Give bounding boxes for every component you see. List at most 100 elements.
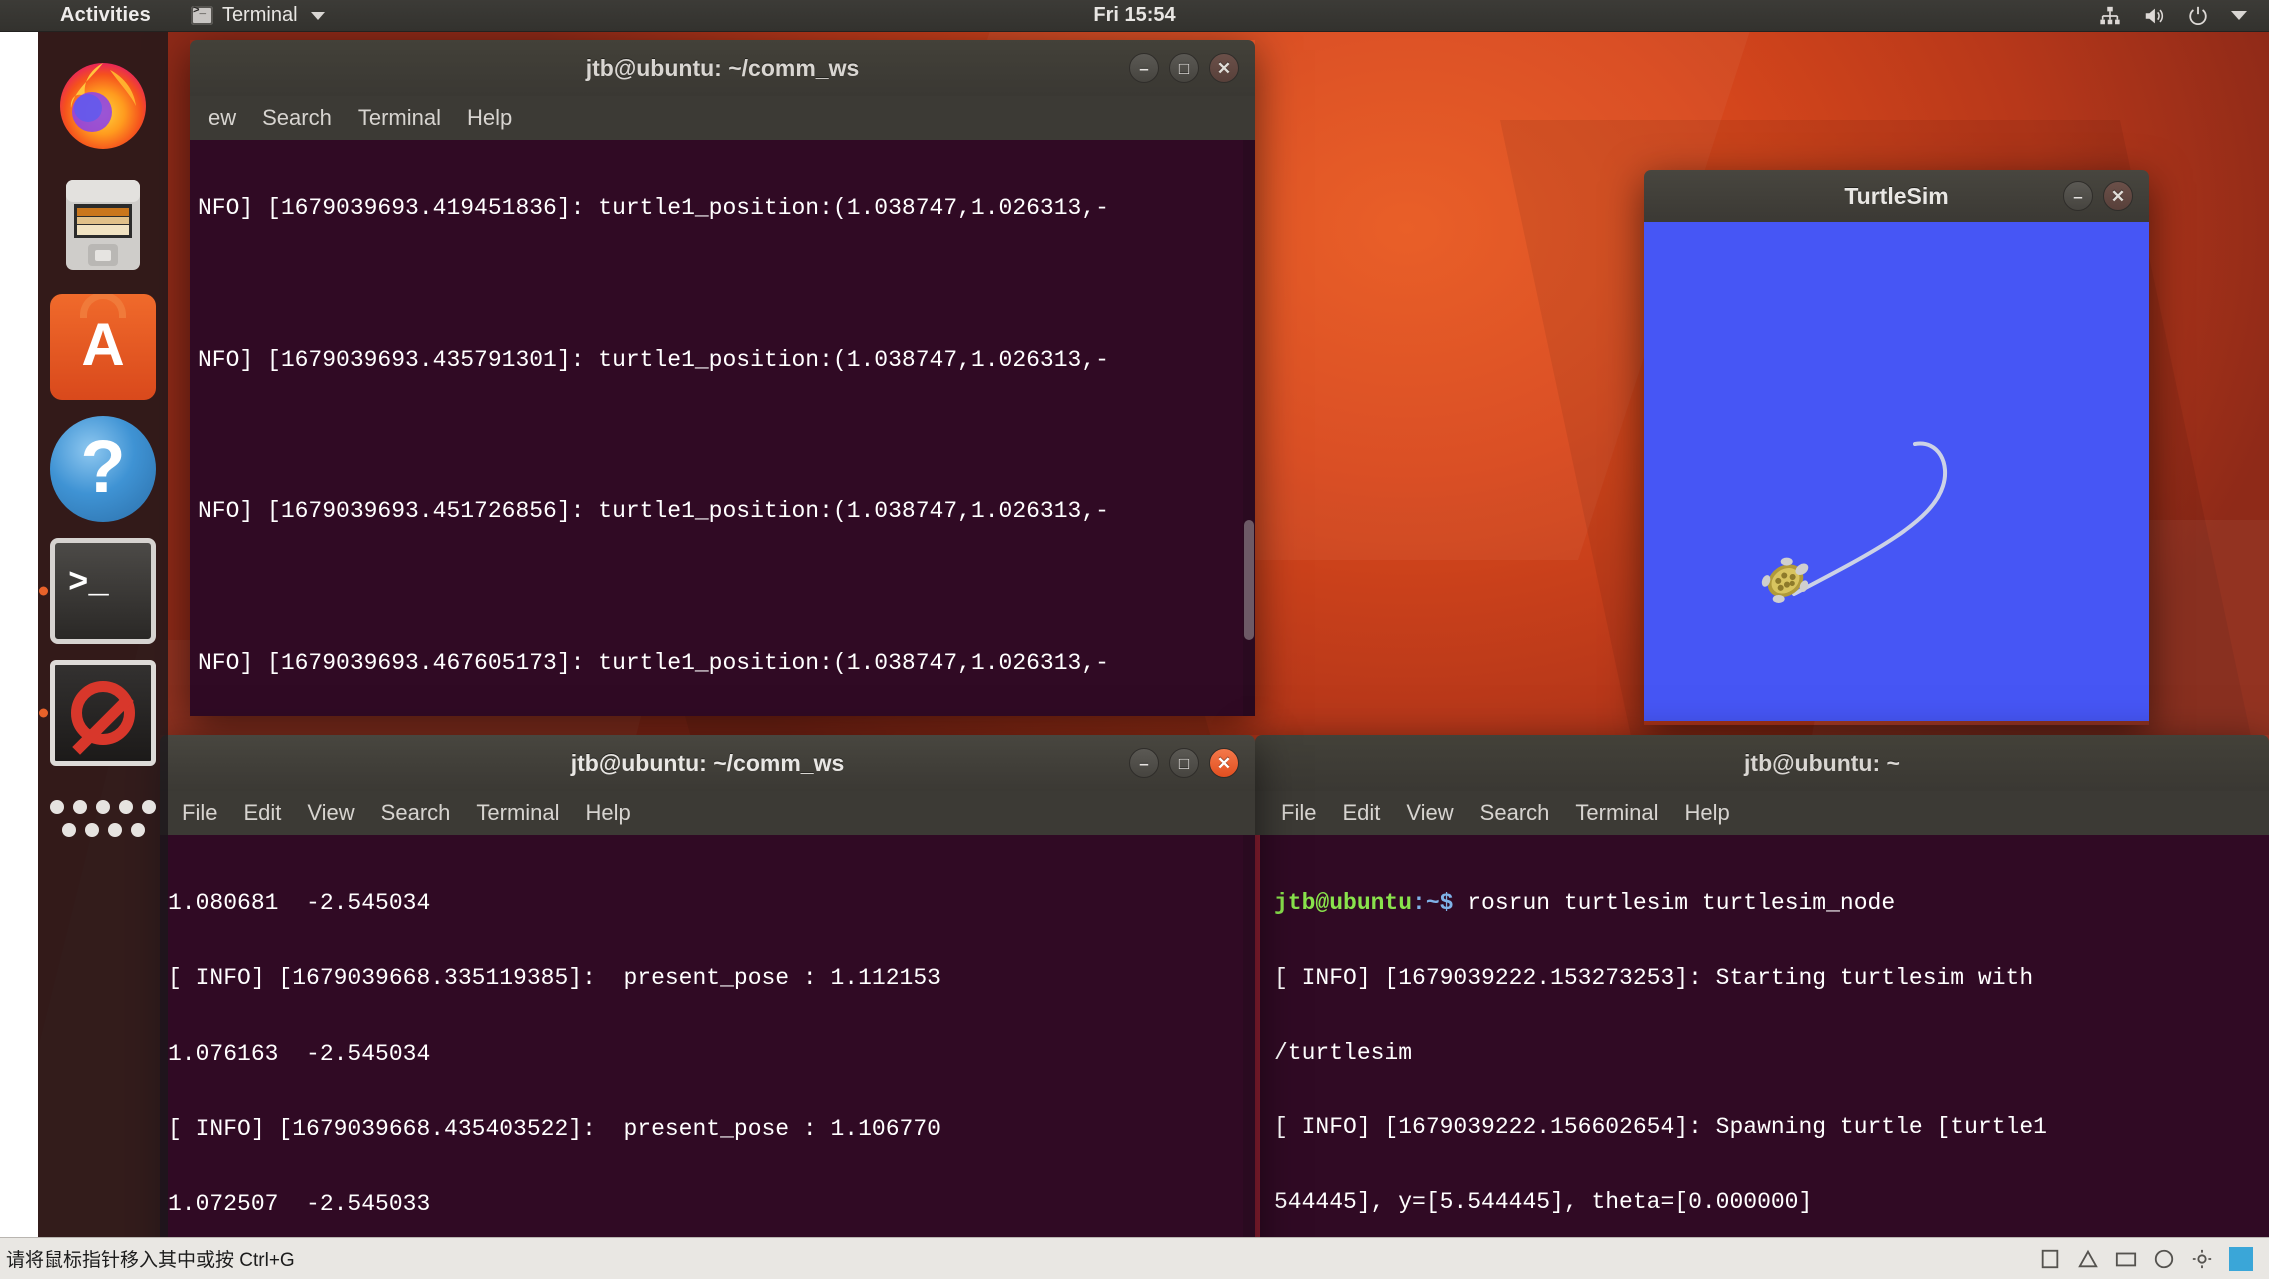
menu-item-search[interactable]: Search — [381, 800, 451, 826]
dock-item-firefox[interactable] — [50, 50, 156, 156]
background-window-sliver[interactable] — [0, 32, 38, 1268]
help-icon[interactable] — [50, 416, 156, 522]
dock-item-files[interactable] — [50, 172, 156, 278]
prompt-user-host: jtb@ubuntu — [1274, 889, 1413, 916]
volume-icon[interactable] — [2143, 5, 2165, 27]
terminal-output-back[interactable]: NFO] [1679039693.419451836]: turtle1_pos… — [190, 140, 1255, 716]
terminal-line: [ INFO] [1679039222.156602654]: Spawning… — [1274, 1114, 2047, 1141]
terminal-line: 1.080681 -2.545034 — [168, 890, 431, 917]
gnome-top-panel[interactable]: Activities Terminal Fri 15:54 — [0, 0, 2269, 32]
keyboard-icon[interactable] — [2115, 1248, 2137, 1270]
titlebar-front-terminal[interactable]: jtb@ubuntu: ~/comm_ws – □ ✕ — [160, 735, 1255, 791]
terminal-line: [ INFO] [1679039222.153273253]: Starting… — [1274, 964, 2034, 991]
window-turtlesim[interactable]: TurtleSim – ✕ — [1644, 170, 2149, 725]
turtle-trail — [1792, 441, 1948, 596]
page-icon[interactable] — [2039, 1248, 2061, 1270]
ime-status-bar[interactable]: 请将鼠标指针移入其中或按 Ctrl+G — [0, 1237, 2269, 1279]
terminal-icon — [190, 5, 213, 25]
grid-dot — [61, 823, 76, 837]
chevron-down-icon[interactable] — [310, 11, 325, 20]
network-icon[interactable] — [2099, 5, 2121, 27]
blue-square-icon[interactable] — [2229, 1246, 2253, 1271]
shape-icon[interactable] — [2077, 1248, 2099, 1270]
window-controls[interactable]: – □ ✕ — [1129, 53, 1239, 83]
terminal-line: /turtlesim — [1274, 1039, 1413, 1066]
menu-item-terminal[interactable]: Terminal — [476, 800, 559, 826]
menu-item-help[interactable]: Help — [467, 105, 512, 131]
no-entry-icon[interactable] — [50, 660, 156, 766]
grid-dot — [84, 823, 99, 837]
menu-item-file[interactable]: File — [182, 800, 217, 826]
menu-item-search[interactable]: Search — [262, 105, 332, 131]
menubar-right-terminal[interactable]: File Edit View Search Terminal Help — [1255, 791, 2269, 835]
dock-item-terminal[interactable] — [39, 538, 156, 644]
menu-item-terminal[interactable]: Terminal — [358, 105, 441, 131]
turtlesim-canvas[interactable] — [1644, 222, 2149, 721]
menubar-front-terminal[interactable]: File Edit View Search Terminal Help — [160, 791, 1255, 835]
ime-tray[interactable] — [2039, 1246, 2253, 1271]
menu-item-search[interactable]: Search — [1480, 800, 1550, 826]
scrollbar-front-terminal[interactable] — [1243, 835, 1255, 1279]
terminal-line: [ INFO] [1679039668.335119385]: present_… — [168, 965, 941, 992]
window-controls[interactable]: – ✕ — [2063, 181, 2133, 211]
menu-item-terminal[interactable]: Terminal — [1575, 800, 1658, 826]
maximize-icon[interactable]: □ — [1169, 53, 1199, 83]
show-applications-button[interactable] — [50, 792, 156, 845]
chevron-down-icon[interactable] — [2231, 11, 2247, 20]
close-icon[interactable]: ✕ — [1209, 748, 1239, 778]
lang-icon[interactable] — [2153, 1248, 2175, 1270]
system-tray[interactable] — [2099, 5, 2247, 27]
menu-item-view[interactable]: View — [1406, 800, 1453, 826]
terminal-line: 544445], y=[5.544445], theta=[0.000000] — [1274, 1189, 1813, 1216]
turtle-path-svg — [1761, 441, 1948, 603]
menu-item-help[interactable]: Help — [1685, 800, 1730, 826]
scrollbar-back-terminal[interactable] — [1243, 140, 1255, 716]
dock-item-help[interactable] — [50, 416, 156, 522]
titlebar-back-terminal[interactable]: jtb@ubuntu: ~/comm_ws – □ ✕ — [190, 40, 1255, 96]
scrollbar-thumb[interactable] — [1244, 520, 1254, 640]
terminal-output-right[interactable]: jtb@ubuntu:~$ rosrun turtlesim turtlesim… — [1255, 835, 2269, 1279]
window-back-terminal[interactable]: jtb@ubuntu: ~/comm_ws – □ ✕ ew Search Te… — [190, 40, 1255, 716]
ubuntu-software-icon[interactable] — [50, 294, 156, 400]
app-menu-button[interactable]: Terminal — [190, 4, 325, 27]
launcher-dock[interactable] — [38, 32, 168, 1268]
terminal-output-front[interactable]: 1.080681 -2.545034 [ INFO] [1679039668.3… — [160, 835, 1255, 1279]
firefox-icon[interactable] — [50, 50, 156, 156]
terminal-line: NFO] [1679039693.435791301]: turtle1_pos… — [198, 346, 1109, 373]
menu-item-help[interactable]: Help — [586, 800, 631, 826]
minimize-icon[interactable]: – — [1129, 748, 1159, 778]
titlebar-right-terminal[interactable]: jtb@ubuntu: ~ — [1255, 735, 2269, 791]
close-icon[interactable]: ✕ — [2103, 181, 2133, 211]
ime-hint-text: 请将鼠标指针移入其中或按 Ctrl+G — [6, 1250, 295, 1271]
menu-item-edit[interactable]: Edit — [1342, 800, 1380, 826]
minimize-icon[interactable]: – — [2063, 181, 2093, 211]
window-right-terminal[interactable]: jtb@ubuntu: ~ File Edit View Search Term… — [1255, 735, 2269, 1279]
menu-item-view[interactable]: ew — [208, 105, 236, 131]
dock-item-software[interactable] — [50, 294, 156, 400]
maximize-icon[interactable]: □ — [1169, 748, 1199, 778]
settings-icon[interactable] — [2191, 1248, 2213, 1270]
menu-item-file[interactable]: File — [1281, 800, 1316, 826]
power-icon[interactable] — [2187, 5, 2209, 27]
terminal-line: [ INFO] [1679039668.435403522]: present_… — [168, 1115, 941, 1142]
terminal-line: NFO] [1679039693.419451836]: turtle1_pos… — [198, 194, 1109, 221]
activities-button[interactable]: Activities — [60, 4, 151, 27]
window-title: jtb@ubuntu: ~/comm_ws — [585, 54, 860, 81]
window-front-terminal[interactable]: jtb@ubuntu: ~/comm_ws – □ ✕ File Edit Vi… — [160, 735, 1255, 1279]
prompt-path: :~$ — [1412, 889, 1454, 916]
files-icon[interactable] — [50, 172, 156, 278]
minimize-icon[interactable]: – — [1129, 53, 1159, 83]
clock[interactable]: Fri 15:54 — [1093, 4, 1175, 27]
running-indicator — [39, 708, 48, 718]
grid-dot — [142, 800, 156, 814]
menu-item-edit[interactable]: Edit — [243, 800, 281, 826]
close-icon[interactable]: ✕ — [1209, 53, 1239, 83]
window-title: jtb@ubuntu: ~ — [1744, 749, 1900, 776]
window-controls[interactable]: – □ ✕ — [1129, 748, 1239, 778]
menu-item-view[interactable]: View — [307, 800, 354, 826]
dock-item-trash[interactable] — [39, 660, 156, 766]
titlebar-turtlesim[interactable]: TurtleSim – ✕ — [1644, 170, 2149, 222]
prompt-command: rosrun turtlesim turtlesim_node — [1453, 889, 1896, 916]
terminal-icon[interactable] — [50, 538, 156, 644]
menubar-back-terminal[interactable]: ew Search Terminal Help — [190, 96, 1255, 140]
